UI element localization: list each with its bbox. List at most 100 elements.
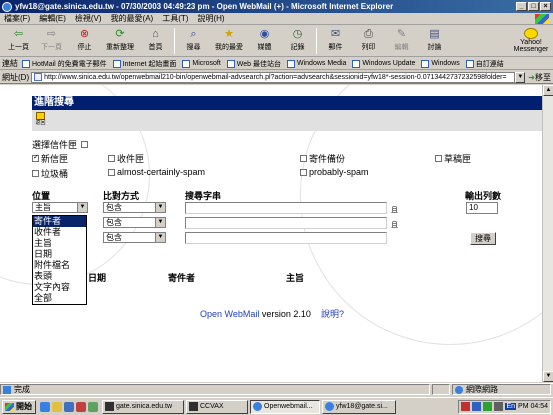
link-windows-media[interactable]: Windows Media: [287, 59, 346, 68]
search-text-input-row1[interactable]: [185, 202, 387, 214]
folder-option-sent[interactable]: 寄件備份: [300, 152, 345, 165]
go-arrow-icon: ➔: [528, 72, 535, 82]
search-button[interactable]: ⌕ 搜尋: [177, 26, 210, 52]
task-gate-sinica[interactable]: gate.sinica.edu.tw: [102, 399, 184, 414]
outlook-quicklaunch-icon[interactable]: [52, 401, 62, 412]
search-text-input-row2[interactable]: [185, 217, 387, 229]
history-button[interactable]: ◷ 記錄: [281, 26, 314, 52]
print-button[interactable]: ⎙ 列印: [352, 26, 385, 52]
dropdown-option[interactable]: 全部: [33, 293, 86, 304]
refresh-button[interactable]: ⟳ 重新整理: [101, 26, 139, 52]
dropdown-option[interactable]: 附件檔名: [33, 260, 86, 271]
input-language-indicator[interactable]: En: [505, 403, 517, 410]
select-all-folders-checkbox[interactable]: [81, 141, 89, 148]
address-dropdown-button[interactable]: ▼: [515, 71, 526, 83]
folder-checkbox[interactable]: [32, 170, 39, 177]
app-quicklaunch-icon[interactable]: [88, 401, 98, 412]
position-select-row1[interactable]: 主旨 ▼: [32, 202, 88, 213]
link-best-sites[interactable]: Web 最佳站台: [226, 59, 281, 69]
go-button[interactable]: ➔移至: [528, 72, 551, 83]
folder-checkbox[interactable]: [32, 153, 39, 162]
menu-tools[interactable]: 工具(T): [162, 13, 188, 24]
menu-favorites[interactable]: 我的最愛(A): [111, 13, 154, 24]
task-yfw18[interactable]: yfw18@gate.si...: [322, 399, 396, 414]
task-ccvax[interactable]: CCVAX: [186, 399, 248, 414]
folder-option-inbox[interactable]: 收件匣: [108, 152, 144, 165]
scroll-down-icon[interactable]: ▼: [543, 371, 553, 382]
compare-select-row2[interactable]: 包含 ▼: [103, 217, 166, 228]
folder-option-new[interactable]: 新信匣: [32, 152, 68, 165]
page-icon: [34, 73, 43, 81]
address-input[interactable]: http://www.sinica.edu.tw/openwebmail210-…: [31, 71, 516, 83]
mail-icon: ✉: [330, 28, 341, 40]
mail-button[interactable]: ✉ 郵件: [319, 26, 352, 52]
address-bar: 網址(D) http://www.sinica.edu.tw/openwebma…: [0, 71, 553, 84]
search-submit-button[interactable]: 搜尋: [470, 232, 496, 245]
folder-checkbox[interactable]: [300, 168, 307, 176]
volume-icon[interactable]: [494, 402, 504, 411]
desktop-quicklaunch-icon[interactable]: [64, 401, 74, 412]
tray-app-icon[interactable]: [472, 402, 482, 411]
link-windows[interactable]: Windows: [421, 59, 460, 68]
maximize-button[interactable]: □: [528, 2, 539, 11]
tray-app-icon[interactable]: [483, 402, 493, 411]
menu-help[interactable]: 說明(H): [197, 13, 224, 24]
minimize-button[interactable]: _: [516, 2, 527, 11]
terminal-icon: [189, 402, 198, 411]
app-quicklaunch-icon[interactable]: [76, 401, 86, 412]
menu-edit[interactable]: 編輯(E): [39, 13, 66, 24]
dropdown-option[interactable]: 寄件者: [33, 216, 86, 227]
folder-option-drafts[interactable]: 草稿匣: [435, 152, 471, 165]
home-button[interactable]: ⌂ 首頁: [139, 26, 172, 52]
close-button[interactable]: ×: [540, 2, 551, 11]
stop-button[interactable]: ⊗ 停止: [68, 26, 101, 52]
dropdown-option[interactable]: 主旨: [33, 238, 86, 249]
menu-view[interactable]: 檢視(V): [75, 13, 102, 24]
result-header-subject: 主旨: [286, 273, 305, 283]
folder-checkbox[interactable]: [300, 155, 307, 162]
link-internet-start[interactable]: Internet 起始畫面: [112, 59, 176, 69]
compare-select-row1[interactable]: 包含 ▼: [103, 202, 166, 213]
taskbar: 開始 gate.sinica.edu.tw CCVAX Openwebmail.…: [0, 397, 553, 415]
status-lock-section: [432, 384, 450, 395]
search-text-input-row3[interactable]: [185, 232, 387, 244]
link-custom[interactable]: 自訂連結: [465, 59, 504, 69]
menu-file[interactable]: 檔案(F): [4, 13, 30, 24]
media-button[interactable]: ◉ 媒體: [248, 26, 281, 52]
task-openwebmail[interactable]: Openwebmail...: [250, 399, 320, 414]
tray-app-icon[interactable]: [461, 402, 471, 411]
forward-button[interactable]: ⇨ 下一頁: [35, 26, 68, 52]
dropdown-option[interactable]: 日期: [33, 249, 86, 260]
openwebmail-link[interactable]: Open WebMail: [200, 309, 259, 319]
discuss-button[interactable]: ▤ 討論: [418, 26, 451, 52]
favorites-button[interactable]: ★ 我的最愛: [210, 26, 248, 52]
vertical-scrollbar[interactable]: ▲ ▼: [542, 85, 553, 382]
folder-option-trash[interactable]: 垃圾桶: [32, 167, 68, 180]
link-windows-update[interactable]: Windows Update: [352, 59, 415, 68]
folder-checkbox[interactable]: [108, 155, 115, 162]
dropdown-option[interactable]: 收件者: [33, 227, 86, 238]
discuss-icon: ▤: [429, 28, 440, 40]
compare-select-row3[interactable]: 包含 ▼: [103, 232, 166, 243]
folder-option-probably-spam[interactable]: probably-spam: [300, 167, 369, 177]
scroll-up-icon[interactable]: ▲: [543, 85, 553, 96]
folder-checkbox[interactable]: [435, 155, 442, 162]
back-to-folder-button[interactable]: 返回: [34, 112, 47, 127]
link-hotmail[interactable]: HotMail 的免費電子郵件: [22, 59, 107, 69]
folder-option-almost-certainly-spam[interactable]: almost-certainly-spam: [108, 167, 205, 177]
page-icon: [421, 59, 430, 68]
links-bar: 連結 HotMail 的免費電子郵件 Internet 起始畫面 Microso…: [0, 58, 553, 70]
edit-button[interactable]: ✎ 編輯: [385, 26, 418, 52]
page-icon: [22, 59, 30, 68]
output-rows-input[interactable]: 10: [466, 202, 498, 214]
ie-quicklaunch-icon[interactable]: [40, 401, 50, 412]
dropdown-option[interactable]: 表頭: [33, 271, 86, 282]
help-link[interactable]: 說明?: [321, 309, 344, 319]
back-button[interactable]: ⇦ 上一頁: [2, 26, 35, 52]
folder-checkbox[interactable]: [108, 168, 115, 176]
start-button[interactable]: 開始: [2, 399, 36, 414]
link-microsoft[interactable]: Microsoft: [182, 59, 221, 68]
home-icon: ⌂: [152, 28, 159, 40]
dropdown-option[interactable]: 文字內容: [33, 282, 86, 293]
yahoo-messenger-button[interactable]: Yahoo! Messenger: [509, 26, 553, 53]
